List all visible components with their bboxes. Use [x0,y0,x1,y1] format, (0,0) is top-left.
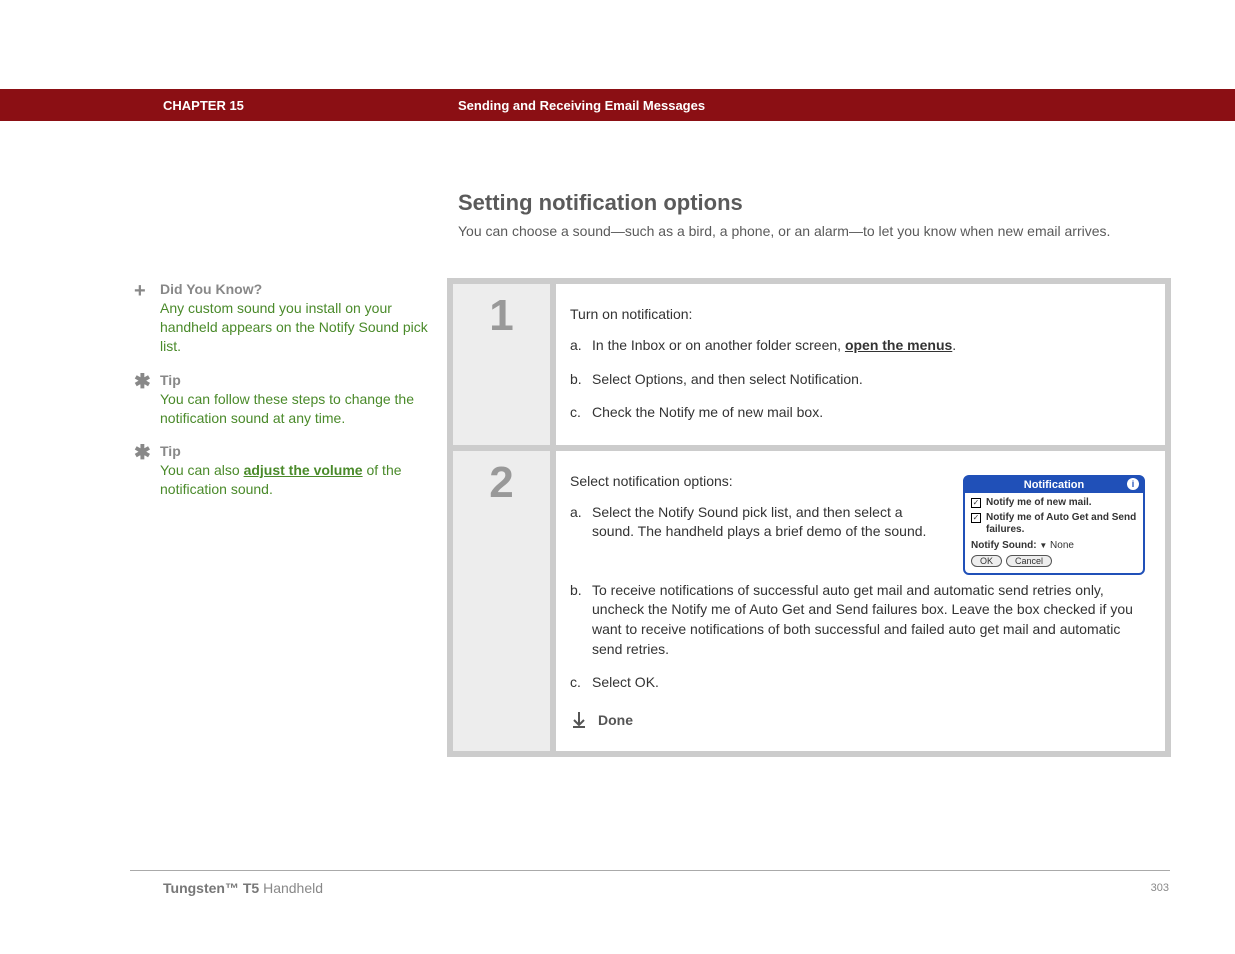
step-2c: c. Select OK. [570,673,1145,693]
notify-failures-row: ✓ Notify me of Auto Get and Send failure… [971,512,1137,536]
step-1: 1 Turn on notification: a. In the Inbox … [453,284,1165,445]
checkbox-label: Notify me of new mail. [986,497,1092,509]
step-1a: a. In the Inbox or on another folder scr… [570,336,1145,356]
text-after: . [952,337,956,353]
dialog-title: Notification i [965,477,1143,493]
checkbox-checked-icon[interactable]: ✓ [971,513,981,523]
list-text: To receive notifications of successful a… [592,581,1145,659]
sidebar-text: You can also adjust the volume of the no… [160,461,430,499]
chapter-title: Sending and Receiving Email Messages [458,98,705,113]
sidebar-heading: Did You Know? [160,281,430,297]
ok-button[interactable]: OK [971,555,1002,567]
list-letter: b. [570,581,592,659]
footer-rule [130,870,1170,871]
notify-new-mail-row: ✓ Notify me of new mail. [971,497,1137,509]
notification-dialog: Notification i ✓ Notify me of new mail. … [963,475,1145,575]
list-letter: a. [570,503,592,542]
checkbox-checked-icon[interactable]: ✓ [971,498,981,508]
list-letter: c. [570,403,592,423]
asterisk-icon: ✱ [130,372,160,428]
step-1b: b. Select Options, and then select Notif… [570,370,1145,390]
intro-paragraph: You can choose a sound—such as a bird, a… [458,222,1168,242]
step-number: 2 [489,461,513,751]
step-number-cell: 1 [453,284,550,445]
chapter-number: CHAPTER 15 [163,98,244,113]
step-lead: Select notification options: [570,473,943,489]
done-label: Done [598,712,633,728]
list-text: Select Options, and then select Notifica… [592,370,1145,390]
list-letter: c. [570,673,592,693]
chapter-header: CHAPTER 15 Sending and Receiving Email M… [0,89,1235,121]
step-number-cell: 2 [453,451,550,751]
sidebar-text-before: You can also [160,462,244,478]
adjust-volume-link[interactable]: adjust the volume [244,462,363,478]
tip-block: ✱ Tip You can follow these steps to chan… [130,372,430,428]
footer-product-bold: Tungsten™ T5 [163,880,259,896]
step-lead: Turn on notification: [570,306,1145,322]
text-before: In the Inbox or on another folder screen… [592,337,845,353]
open-menus-link[interactable]: open the menus [845,337,952,353]
sidebar-heading: Tip [160,372,430,388]
step-body: Select notification options: a. Select t… [556,451,1165,751]
list-letter: a. [570,336,592,356]
checkbox-label: Notify me of Auto Get and Send failures. [986,512,1137,536]
sound-label: Notify Sound: [971,540,1037,551]
step-number: 1 [489,294,513,445]
list-text: Check the Notify me of new mail box. [592,403,1145,423]
did-you-know-block: + Did You Know? Any custom sound you ins… [130,281,430,356]
sidebar-text: Any custom sound you install on your han… [160,299,430,356]
footer-product: Tungsten™ T5 Handheld [163,880,323,896]
notify-sound-row: Notify Sound: ▼ None [971,540,1137,551]
page-number: 303 [1151,882,1169,894]
step-1c: c. Check the Notify me of new mail box. [570,403,1145,423]
list-letter: b. [570,370,592,390]
list-text: Select OK. [592,673,1145,693]
footer-product-rest: Handheld [259,880,323,896]
step-body: Turn on notification: a. In the Inbox or… [556,284,1165,445]
cancel-button[interactable]: Cancel [1006,555,1052,567]
list-text: Select the Notify Sound pick list, and t… [592,503,943,542]
info-icon[interactable]: i [1127,478,1139,490]
dropdown-icon[interactable]: ▼ [1039,541,1047,550]
page-title: Setting notification options [458,190,743,216]
list-text: In the Inbox or on another folder screen… [592,336,1145,356]
dialog-title-text: Notification [1024,479,1085,491]
step-2a: a. Select the Notify Sound pick list, an… [570,503,943,542]
step-2b: b. To receive notifications of successfu… [570,581,1145,659]
done-arrow-icon [570,711,588,729]
sidebar: + Did You Know? Any custom sound you ins… [130,281,430,515]
sidebar-heading: Tip [160,443,430,459]
steps-container: 1 Turn on notification: a. In the Inbox … [447,278,1171,757]
tip-block: ✱ Tip You can also adjust the volume of … [130,443,430,499]
sidebar-text: You can follow these steps to change the… [160,390,430,428]
sound-value[interactable]: None [1050,540,1074,551]
step-2: 2 Select notification options: a. Select… [453,451,1165,751]
done-row: Done [570,711,1145,729]
asterisk-icon: ✱ [130,443,160,499]
plus-icon: + [130,281,160,356]
